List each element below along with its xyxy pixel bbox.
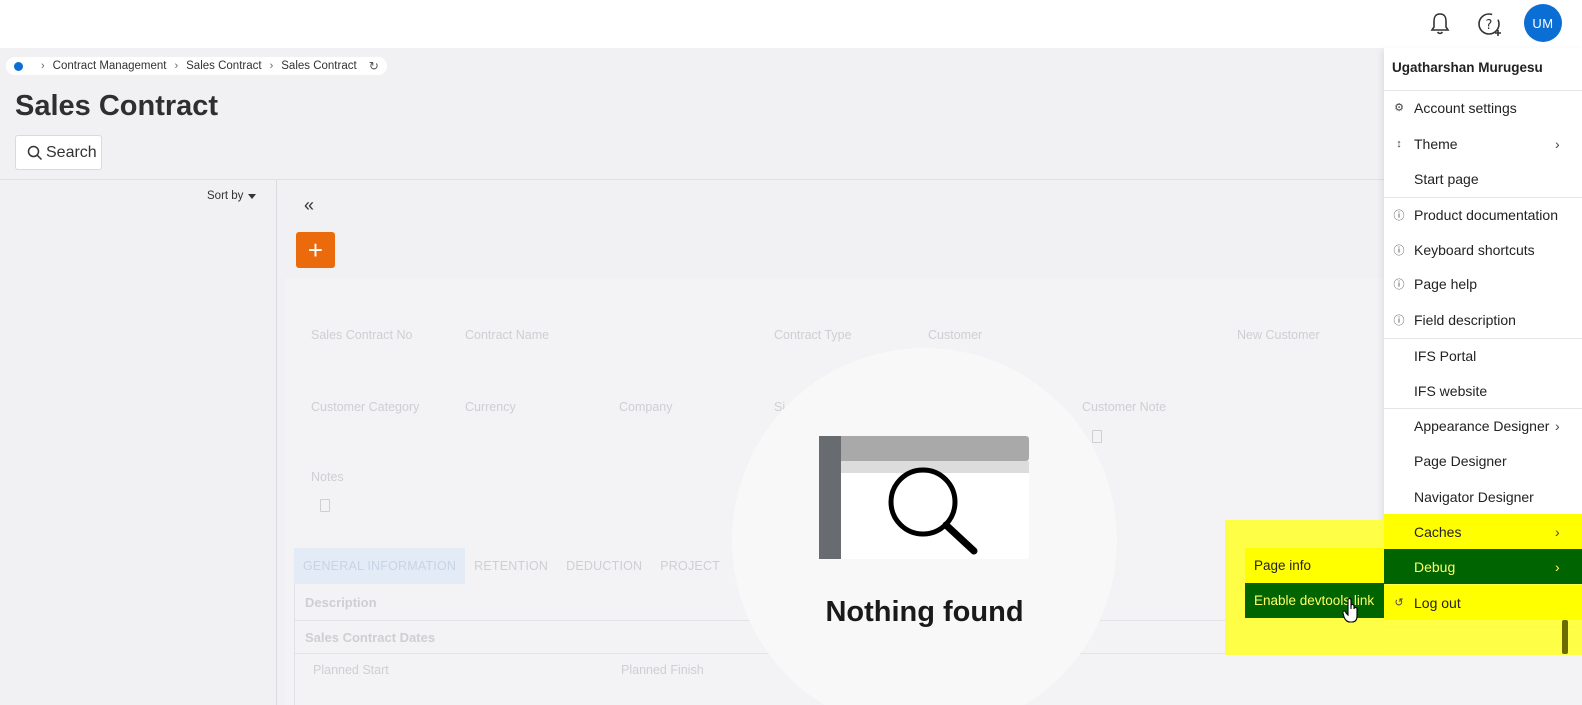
- menu-item-appearance-designer[interactable]: Appearance Designer ›: [1384, 408, 1582, 443]
- info-icon: ⓘ: [1393, 314, 1405, 327]
- help-circle-icon: ⓘ: [1393, 278, 1405, 291]
- menu-item-caches[interactable]: Caches ›: [1384, 514, 1582, 549]
- tab-general-information[interactable]: GENERAL INFORMATION: [294, 548, 466, 584]
- menu-item-label: Account settings: [1414, 99, 1517, 116]
- gear-icon: ⚙: [1394, 102, 1404, 114]
- menu-item-label: Navigator Designer: [1414, 488, 1534, 505]
- menu-item-label: IFS Portal: [1414, 347, 1477, 364]
- panel-divider: [276, 180, 277, 705]
- menu-item-account-settings[interactable]: ⚙ Account settings: [1384, 90, 1582, 125]
- left-panel: [0, 180, 276, 705]
- field-label: Company: [619, 400, 673, 414]
- menu-item-field-description[interactable]: ⓘ Field description: [1384, 302, 1582, 337]
- field-label: Contract Name: [465, 328, 550, 342]
- home-dot-icon[interactable]: [14, 61, 23, 71]
- chevron-right-icon: ›: [174, 60, 179, 72]
- field-label: Customer Category: [311, 400, 420, 414]
- section-title: Sales Contract Dates: [305, 630, 436, 645]
- help-circle-icon: ⓘ: [1393, 209, 1405, 222]
- collapse-panel-icon[interactable]: «: [304, 195, 314, 216]
- add-button[interactable]: +: [296, 232, 335, 268]
- menu-item-start-page[interactable]: Start page: [1384, 161, 1582, 196]
- menu-item-label: Appearance Designer: [1414, 417, 1550, 434]
- menu-item-label: Start page: [1414, 170, 1479, 187]
- user-name: Ugatharshan Murugesu: [1392, 60, 1543, 75]
- menu-item-product-documentation[interactable]: ⓘ Product documentation: [1384, 197, 1582, 232]
- caret-down-icon: [248, 193, 257, 199]
- note-icon[interactable]: [320, 499, 330, 512]
- menu-item-label: IFS website: [1414, 382, 1488, 399]
- avatar[interactable]: UM: [1524, 4, 1562, 42]
- menu-item-log-out[interactable]: ↺ Log out: [1384, 585, 1582, 620]
- breadcrumb-item[interactable]: Sales Contract: [281, 60, 356, 72]
- chevron-right-icon: ›: [41, 60, 45, 72]
- chevron-right-icon: ›: [1555, 558, 1560, 575]
- breadcrumb-item[interactable]: Sales Contract: [186, 60, 261, 72]
- sort-by-label: Sort by: [207, 190, 244, 202]
- search-icon: [27, 145, 43, 160]
- chevron-right-icon: ›: [1555, 135, 1560, 152]
- submenu-item-enable-devtools-link[interactable]: Enable devtools link: [1245, 583, 1384, 618]
- hand-cursor-icon: [1342, 598, 1358, 623]
- help-add-icon[interactable]: ?: [1476, 10, 1504, 38]
- field-label: Notes: [311, 470, 344, 484]
- menu-item-label: Keyboard shortcuts: [1414, 241, 1535, 258]
- sort-by-dropdown[interactable]: Sort by: [207, 190, 257, 202]
- top-bar: ? UM: [0, 0, 1582, 48]
- menu-item-label: Caches: [1414, 523, 1462, 540]
- theme-icon: ↕: [1396, 137, 1402, 150]
- menu-item-navigator-designer[interactable]: Navigator Designer: [1384, 479, 1582, 514]
- chevron-right-icon: ›: [1555, 523, 1560, 540]
- tab-retention[interactable]: RETENTION: [465, 548, 557, 584]
- logout-icon: ↺: [1394, 597, 1404, 609]
- svg-text:?: ?: [1486, 18, 1493, 33]
- field-label: New Customer: [1237, 328, 1320, 342]
- field-label: Customer Note: [1082, 400, 1167, 414]
- field-label: Contract Type: [774, 328, 852, 342]
- menu-item-label: Field description: [1414, 311, 1516, 328]
- search-label: Search: [46, 143, 97, 161]
- chevron-right-icon: ›: [1555, 417, 1560, 434]
- menu-item-page-designer[interactable]: Page Designer: [1384, 443, 1582, 478]
- field-label: Currency: [465, 400, 516, 414]
- tab-bar: GENERAL INFORMATION RETENTION DEDUCTION …: [294, 548, 775, 584]
- menu-item-label: Log out: [1414, 594, 1461, 611]
- breadcrumb-item[interactable]: Contract Management: [53, 60, 167, 72]
- note-icon[interactable]: [1092, 430, 1102, 443]
- refresh-icon[interactable]: ↻: [369, 59, 379, 73]
- page-title: Sales Contract: [15, 90, 219, 122]
- field-label: Sales Contract No: [311, 328, 413, 342]
- empty-search-illustration-icon: [819, 436, 1029, 559]
- field-label: Customer: [928, 328, 983, 342]
- submenu-item-page-info[interactable]: Page info: [1245, 548, 1384, 583]
- menu-item-ifs-website[interactable]: IFS website: [1384, 373, 1582, 408]
- menu-item-label: Debug: [1414, 558, 1456, 575]
- menu-item-theme[interactable]: ↕ Theme ›: [1384, 126, 1582, 161]
- menu-item-label: Product documentation: [1414, 206, 1558, 223]
- menu-item-label: Page help: [1414, 275, 1478, 292]
- menu-item-label: Theme: [1414, 135, 1458, 152]
- menu-item-ifs-portal[interactable]: IFS Portal: [1384, 338, 1582, 373]
- menu-item-page-help[interactable]: ⓘ Page help: [1384, 266, 1582, 301]
- breadcrumb: › Contract Management › Sales Contract ›…: [6, 57, 387, 75]
- bell-icon[interactable]: [1426, 10, 1454, 38]
- help-circle-icon: ⓘ: [1393, 244, 1405, 257]
- search-button[interactable]: Search: [15, 135, 102, 170]
- tab-project[interactable]: PROJECT: [651, 548, 729, 584]
- menu-item-keyboard-shortcuts[interactable]: ⓘ Keyboard shortcuts: [1384, 232, 1582, 267]
- tab-deduction[interactable]: DEDUCTION: [557, 548, 651, 584]
- menu-item-debug[interactable]: Debug ›: [1384, 549, 1582, 584]
- scrollbar-thumb[interactable]: [1562, 620, 1568, 654]
- field-label: Planned Finish: [621, 663, 704, 677]
- empty-state-message: Nothing found: [825, 596, 1024, 628]
- menu-item-label: Page Designer: [1414, 452, 1507, 469]
- chevron-right-icon: ›: [269, 60, 274, 72]
- field-label: Planned Start: [313, 663, 389, 677]
- section-title: Description: [305, 595, 377, 610]
